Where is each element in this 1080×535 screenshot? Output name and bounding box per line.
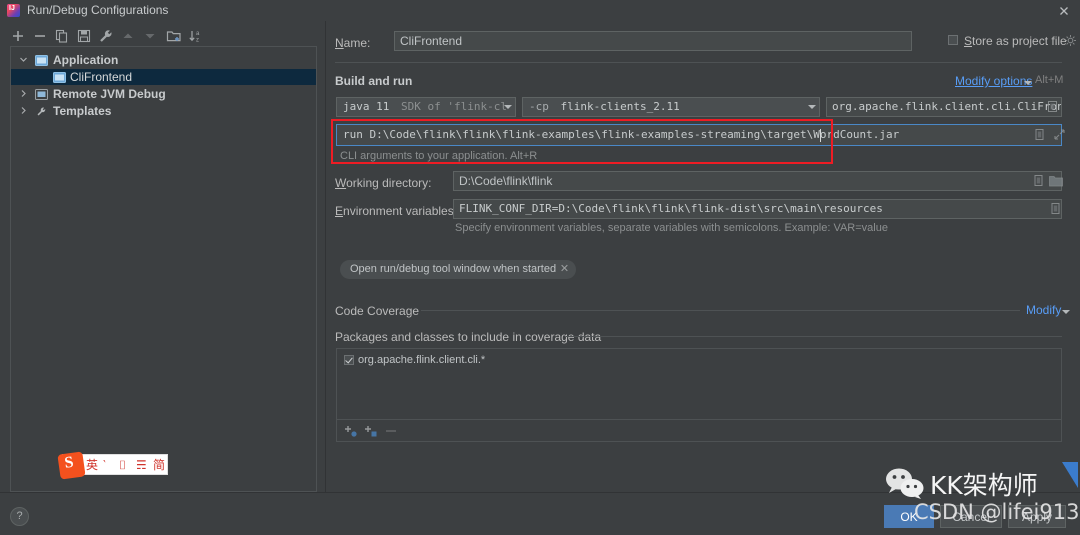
- move-into-folder-button[interactable]: [166, 28, 182, 44]
- save-configuration-button[interactable]: [76, 28, 92, 44]
- tree-node-application[interactable]: Application: [11, 52, 316, 68]
- modify-options-link[interactable]: Modify options: [955, 74, 1032, 88]
- configurations-toolbar: a z: [10, 28, 200, 48]
- close-icon[interactable]: [1057, 4, 1071, 18]
- application-icon: [35, 54, 48, 66]
- watermark-corner-icon: [1062, 462, 1078, 488]
- expand-editor-icon[interactable]: [1053, 128, 1066, 141]
- jre-combo[interactable]: java 11 SDK of 'flink-cl: [336, 97, 516, 117]
- help-icon[interactable]: ?: [10, 507, 29, 526]
- program-arguments-input[interactable]: run D:\Code\flink\flink\flink-examples\f…: [336, 124, 1065, 146]
- code-coverage-modify-link[interactable]: Modify: [1026, 303, 1061, 317]
- chevron-right-icon[interactable]: [19, 106, 28, 115]
- code-coverage-divider: [421, 310, 1020, 311]
- folder-icon[interactable]: [1049, 175, 1063, 188]
- ok-button[interactable]: OK: [884, 505, 934, 528]
- coverage-packages-divider: [566, 336, 1062, 337]
- jre-combo-secondary: SDK of 'flink-cl: [400, 100, 507, 113]
- sogou-ime-toolbar[interactable]: 英 ‵ ⌷ ☴ 简: [57, 451, 168, 480]
- dialog-title: Run/Debug Configurations: [27, 3, 169, 17]
- browse-env-icon[interactable]: [1049, 202, 1062, 215]
- chevron-down-icon[interactable]: [1062, 310, 1070, 314]
- coverage-pattern-checkbox[interactable]: [344, 355, 354, 365]
- footer-divider: [0, 492, 1080, 493]
- tree-node-clifrontend[interactable]: CliFrontend: [11, 69, 316, 85]
- tree-label-templates: Templates: [53, 104, 112, 118]
- working-directory-input[interactable]: D:\Code\flink\flink: [453, 171, 1062, 191]
- run-debug-configurations-dialog: Run/Debug Configurations: [0, 0, 1080, 535]
- wechat-icon: [884, 467, 926, 499]
- classpath-prefix: -cp: [529, 100, 549, 113]
- browse-class-icon[interactable]: [1046, 100, 1059, 113]
- title-bar: Run/Debug Configurations: [0, 0, 1080, 21]
- text-caret: [820, 129, 821, 142]
- store-as-project-file-label: Store as project file: [964, 34, 1067, 48]
- jre-combo-main: java 11: [343, 100, 390, 113]
- environment-variables-input[interactable]: FLINK_CONF_DIR=D:\Code\flink\flink\flink…: [453, 199, 1062, 219]
- build-and-run-title: Build and run: [335, 74, 413, 88]
- close-small-icon[interactable]: ✕: [560, 260, 569, 279]
- open-tool-window-chip-label: Open run/debug tool window when started: [350, 263, 557, 275]
- ime-glyph-1[interactable]: ‵: [103, 459, 106, 472]
- intellij-idea-icon: [7, 4, 20, 17]
- copy-configuration-button[interactable]: [54, 28, 70, 44]
- name-input[interactable]: CliFrontend: [394, 31, 912, 51]
- remote-debug-icon: [35, 88, 48, 100]
- program-arguments-value: run D:\Code\flink\flink\flink-examples\f…: [343, 128, 900, 141]
- insert-macro-icon[interactable]: [1033, 128, 1046, 141]
- move-up-button[interactable]: [120, 28, 136, 44]
- name-section-divider: [335, 62, 1062, 63]
- tree-node-remote-jvm-debug[interactable]: Remote JVM Debug: [11, 86, 316, 102]
- classpath-value: flink-clients_2.11: [560, 100, 680, 113]
- insert-macro-icon[interactable]: [1032, 174, 1045, 187]
- program-arguments-hint: CLI arguments to your application. Alt+R: [340, 150, 538, 162]
- add-package-button[interactable]: [344, 424, 357, 437]
- chevron-right-icon[interactable]: [19, 89, 28, 98]
- tree-label-clifrontend: CliFrontend: [70, 70, 133, 84]
- chevron-down-icon[interactable]: [808, 105, 816, 109]
- svg-text:z: z: [196, 38, 199, 44]
- ime-glyph-0[interactable]: 英: [86, 459, 98, 472]
- modify-options-shortcut: Alt+M: [1035, 74, 1064, 86]
- chevron-down-icon[interactable]: [1024, 81, 1032, 85]
- code-coverage-title: Code Coverage: [335, 304, 420, 318]
- chevron-down-icon[interactable]: [19, 55, 28, 64]
- svg-text:a: a: [196, 31, 200, 37]
- main-class-input[interactable]: org.apache.flink.client.cli.CliFrontend: [826, 97, 1062, 117]
- move-down-button[interactable]: [142, 28, 158, 44]
- run-config-icon: [53, 71, 66, 83]
- remove-configuration-button[interactable]: [32, 28, 48, 44]
- tree-node-templates[interactable]: Templates: [11, 103, 316, 119]
- chevron-down-icon[interactable]: [504, 105, 512, 109]
- wrench-icon: [35, 105, 48, 116]
- tree-label-application: Application: [53, 53, 119, 67]
- edit-templates-button[interactable]: [98, 28, 114, 44]
- coverage-packages-label: Packages and classes to include in cover…: [335, 330, 602, 344]
- sogou-ime-icon: [57, 451, 86, 480]
- coverage-patterns-toolbar: [336, 420, 1062, 442]
- name-label: Name:: [335, 36, 371, 50]
- gear-icon[interactable]: [1064, 34, 1077, 47]
- ime-glyph-4[interactable]: 简: [153, 459, 165, 472]
- coverage-patterns-list[interactable]: org.apache.flink.client.cli.*: [336, 348, 1062, 420]
- environment-variables-hint: Specify environment variables, separate …: [455, 222, 888, 234]
- tree-label-remote-jvm-debug: Remote JVM Debug: [53, 87, 166, 101]
- apply-button[interactable]: Apply: [1008, 505, 1066, 528]
- watermark-title: KK架构师: [930, 471, 1038, 500]
- cancel-button[interactable]: Cancel: [940, 505, 1002, 528]
- add-configuration-button[interactable]: [10, 28, 26, 44]
- configurations-tree[interactable]: Application CliFrontend Remote JVM Debug…: [10, 46, 317, 492]
- coverage-pattern-label: org.apache.flink.client.cli.*: [358, 354, 486, 366]
- classpath-combo[interactable]: -cp flink-clients_2.11: [522, 97, 820, 117]
- environment-variables-label: Environment variables:: [335, 204, 458, 218]
- store-as-project-file-checkbox[interactable]: [948, 35, 958, 45]
- remove-pattern-button[interactable]: [384, 424, 397, 437]
- ime-glyph-3[interactable]: ☴: [136, 459, 147, 472]
- ime-glyph-2[interactable]: ⌷: [119, 459, 126, 472]
- add-class-button[interactable]: [364, 424, 377, 437]
- open-tool-window-chip[interactable]: Open run/debug tool window when started …: [340, 260, 577, 279]
- sort-configurations-button[interactable]: a z: [188, 28, 204, 44]
- working-directory-label: Working directory:: [335, 176, 432, 190]
- panel-divider: [325, 21, 326, 492]
